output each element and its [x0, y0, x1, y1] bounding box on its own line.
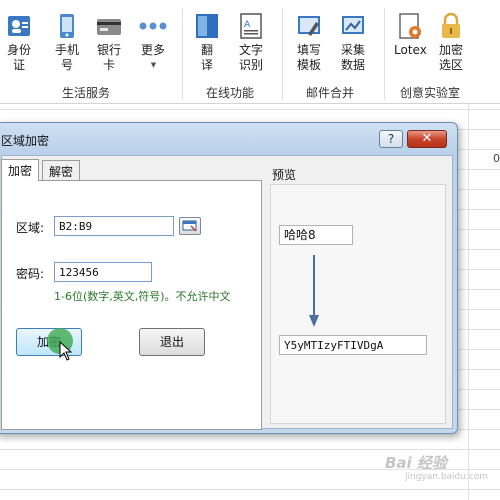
- ribbon: 身份 证 手机 号 银行 卡 更多 ▼ 生活服务 翻 译 A 文字 识别 在线功…: [0, 0, 500, 104]
- help-button[interactable]: ?: [379, 130, 403, 148]
- encrypt-selection-label: 加密 选区: [438, 43, 463, 72]
- bank-card-button[interactable]: 银行 卡: [96, 12, 122, 73]
- preview-label: 预览: [272, 168, 297, 182]
- svg-text:A: A: [244, 20, 251, 30]
- phone-label: 手机 号: [54, 43, 79, 72]
- ocr-label: 文字 识别: [238, 43, 263, 72]
- tab-decrypt[interactable]: 解密: [42, 160, 81, 180]
- group-separator: [282, 8, 283, 100]
- translate-button[interactable]: 翻 译: [194, 12, 220, 73]
- id-card-button[interactable]: 身份 证: [6, 12, 32, 73]
- group-separator: [182, 8, 183, 100]
- preview-panel: 哈哈8 Y5yMTIzyFTIVDgA: [270, 184, 446, 424]
- encrypt-tab-panel: 区域: B2:B9 密码: 123456 1-6位(数字,英文,符号)。不允许中…: [1, 180, 262, 430]
- encrypt-selection-icon: [442, 12, 460, 38]
- translate-icon: [196, 14, 218, 38]
- collect-data-icon: [342, 16, 364, 34]
- lotex-button[interactable]: Lotex: [394, 12, 427, 58]
- more-icon: [139, 22, 167, 30]
- region-input[interactable]: B2:B9: [54, 216, 174, 236]
- region-label: 区域:: [16, 221, 45, 235]
- tab-encrypt[interactable]: 加密: [1, 159, 40, 181]
- group-separator: [384, 8, 385, 100]
- password-label: 密码:: [16, 267, 45, 281]
- down-arrow-icon: [309, 255, 319, 327]
- group-label-online: 在线功能: [206, 86, 255, 100]
- id-card-icon: [8, 16, 30, 36]
- more-button[interactable]: 更多 ▼: [138, 12, 168, 73]
- mouse-cursor-icon: [59, 341, 73, 361]
- column-number: 0: [493, 152, 500, 165]
- chevron-down-icon: ▼: [150, 61, 157, 69]
- column-divider: [468, 104, 469, 500]
- watermark-logo: Bai 经验: [385, 454, 447, 472]
- close-button[interactable]: ✕: [407, 130, 447, 148]
- group-label-life-services: 生活服务: [62, 86, 111, 100]
- translate-label: 翻 译: [200, 43, 213, 72]
- watermark-url: jingyan.baidu.com: [405, 472, 489, 482]
- encrypt-selection-button[interactable]: 加密 选区: [438, 12, 464, 73]
- more-label: 更多: [140, 43, 165, 57]
- range-select-button[interactable]: [179, 217, 201, 235]
- dialog-body: 加密 解密 区域: B2:B9 密码: 123456 1-6位(数字,英文,符号…: [1, 155, 453, 430]
- ocr-icon: A: [240, 13, 262, 39]
- lotex-icon: [399, 13, 422, 39]
- fill-template-label: 填写 模板: [296, 43, 321, 72]
- bank-card-icon: [97, 19, 121, 35]
- lotex-label: Lotex: [394, 43, 427, 57]
- encrypt-region-dialog: 区域加密 ? ✕ 加密 解密 区域: B2:B9 密码: 123456 1-6位…: [0, 122, 458, 434]
- collect-data-button[interactable]: 采集 数据: [340, 12, 366, 73]
- preview-input-text: 哈哈8: [279, 225, 353, 245]
- fill-template-icon: [298, 16, 320, 36]
- password-input[interactable]: 123456: [54, 262, 152, 282]
- id-card-label: 身份 证: [6, 43, 31, 72]
- password-hint: 1-6位(数字,英文,符号)。不允许中文: [54, 290, 231, 303]
- dialog-title: 区域加密: [1, 134, 50, 148]
- phone-icon: [60, 14, 74, 38]
- group-label-creative-lab: 创意实验室: [400, 86, 461, 100]
- group-label-mail-merge: 邮件合并: [306, 86, 355, 100]
- ocr-button[interactable]: A 文字 识别: [238, 12, 264, 73]
- preview-output-text: Y5yMTIzyFTIVDgA: [279, 335, 427, 355]
- exit-button[interactable]: 退出: [139, 328, 205, 356]
- collect-data-label: 采集 数据: [340, 43, 365, 72]
- phone-button[interactable]: 手机 号: [54, 12, 80, 73]
- bank-card-label: 银行 卡: [96, 43, 121, 72]
- fill-template-button[interactable]: 填写 模板: [296, 12, 322, 73]
- range-select-icon: [182, 220, 197, 232]
- page: 身份 证 手机 号 银行 卡 更多 ▼ 生活服务 翻 译 A 文字 识别 在线功…: [0, 0, 500, 500]
